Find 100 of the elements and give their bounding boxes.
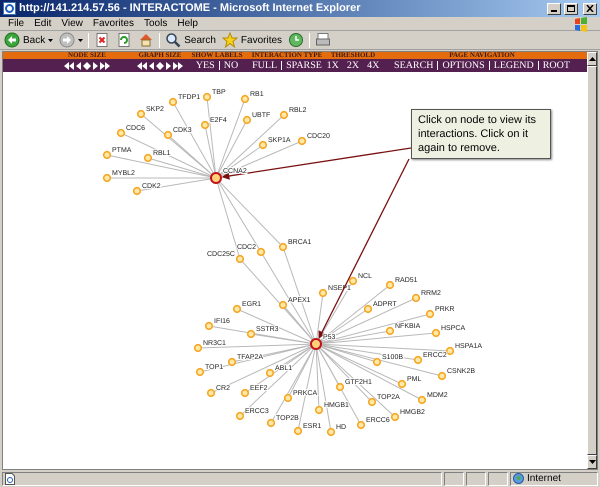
forward-button[interactable]: [58, 32, 84, 48]
menu-item[interactable]: Favorites: [88, 16, 139, 31]
diamond-icon[interactable]: [156, 62, 164, 70]
dropdown-caret-icon: [78, 38, 84, 42]
gene-node[interactable]: [398, 380, 406, 388]
gene-node[interactable]: [266, 418, 276, 428]
gene-node[interactable]: [144, 154, 152, 162]
maximize-icon: [567, 5, 575, 12]
gene-node[interactable]: [204, 322, 214, 330]
hub-node[interactable]: [210, 172, 222, 184]
menu-item[interactable]: Help: [172, 16, 203, 31]
menu-item[interactable]: File: [3, 16, 30, 31]
gene-node[interactable]: [412, 294, 420, 302]
menu-item[interactable]: Edit: [29, 16, 56, 31]
gene-node[interactable]: [390, 412, 400, 422]
search-button[interactable]: Search: [164, 32, 217, 48]
gene-node[interactable]: [364, 304, 372, 314]
left-arrow-icon[interactable]: [149, 62, 154, 70]
nav-link[interactable]: YES: [196, 58, 215, 73]
gene-node[interactable]: [242, 116, 252, 124]
nav-link[interactable]: FULL: [252, 58, 278, 73]
favorites-button[interactable]: Favorites: [220, 32, 284, 48]
callout-box: Click on node to view its interactions. Click on it again to remove.: [411, 109, 551, 159]
gene-node[interactable]: [164, 130, 172, 140]
page-icon: [5, 472, 15, 484]
scroll-up-icon: [588, 57, 596, 61]
gene-node[interactable]: [280, 110, 288, 120]
gene-node[interactable]: [426, 310, 434, 318]
gene-node[interactable]: [278, 300, 288, 310]
gene-node[interactable]: [326, 428, 336, 436]
nav-link[interactable]: 2X: [346, 58, 360, 73]
gene-node[interactable]: [240, 94, 250, 104]
gene-node[interactable]: [132, 186, 142, 196]
hub-node[interactable]: [310, 338, 322, 350]
gene-node[interactable]: [284, 394, 292, 402]
gene-node[interactable]: [294, 426, 302, 436]
gene-node[interactable]: [438, 372, 446, 380]
window-title: http://141.214.57.56 - INTERACTOME - Microsoft Internet Explorer: [19, 1, 362, 16]
gene-node[interactable]: [318, 288, 328, 298]
gene-node[interactable]: [432, 328, 440, 338]
scroll-down-icon: [588, 460, 596, 464]
gene-node[interactable]: [102, 150, 112, 160]
rewind-icon[interactable]: [137, 62, 147, 70]
gene-node[interactable]: [240, 388, 250, 398]
nav-link[interactable]: SEARCH: [394, 58, 434, 73]
gene-node[interactable]: [136, 110, 146, 118]
gene-node[interactable]: [314, 406, 324, 414]
gene-node[interactable]: [372, 358, 382, 366]
gene-node[interactable]: [298, 136, 306, 146]
gene-node[interactable]: [368, 398, 376, 406]
left-arrow-icon[interactable]: [76, 62, 81, 70]
close-button[interactable]: [583, 2, 597, 14]
menu-item[interactable]: Tools: [138, 16, 172, 31]
right-arrow-icon[interactable]: [93, 62, 98, 70]
gene-node[interactable]: [228, 358, 236, 366]
nav-link[interactable]: NO: [224, 58, 238, 73]
gene-node[interactable]: [246, 330, 256, 338]
print-button[interactable]: [314, 32, 332, 48]
gene-node[interactable]: [168, 98, 178, 106]
minimize-button[interactable]: [547, 2, 561, 14]
gene-node[interactable]: [116, 128, 126, 138]
rewind-icon[interactable]: [64, 62, 74, 70]
gene-node[interactable]: [278, 242, 288, 252]
diamond-icon[interactable]: [83, 62, 91, 70]
nav-link[interactable]: SPARSE: [286, 58, 322, 73]
nav-link[interactable]: ROOT: [542, 58, 570, 73]
gene-node[interactable]: [200, 120, 210, 130]
nav-link[interactable]: 1X: [326, 58, 339, 73]
fast-forward-icon[interactable]: [100, 62, 110, 70]
nav-link[interactable]: OPTIONS: [442, 58, 485, 73]
fast-forward-icon[interactable]: [173, 62, 183, 70]
gene-node[interactable]: [256, 248, 266, 256]
right-arrow-icon[interactable]: [166, 62, 171, 70]
gene-node[interactable]: [102, 174, 112, 182]
maximize-button[interactable]: [564, 2, 578, 14]
gene-node[interactable]: [236, 412, 244, 420]
gene-node[interactable]: [258, 140, 268, 150]
nav-link[interactable]: LEGEND: [494, 58, 534, 73]
refresh-icon: [116, 32, 132, 48]
menu-item[interactable]: View: [56, 16, 88, 31]
status-pane: [488, 472, 508, 486]
gene-node[interactable]: [236, 254, 244, 264]
gene-node[interactable]: [356, 420, 366, 430]
gene-node[interactable]: [414, 356, 422, 364]
gene-node[interactable]: [348, 276, 358, 286]
gene-node[interactable]: [446, 346, 454, 356]
gene-node[interactable]: [194, 344, 202, 352]
back-button[interactable]: Back: [3, 32, 54, 48]
gene-node[interactable]: [386, 326, 394, 336]
gene-node[interactable]: [206, 388, 216, 398]
gene-node[interactable]: [266, 368, 274, 378]
gene-node[interactable]: [196, 368, 204, 376]
nav-link[interactable]: 4X: [367, 58, 380, 73]
printer-icon: [315, 32, 332, 48]
history-button[interactable]: [287, 32, 306, 48]
gene-node[interactable]: [386, 280, 394, 290]
gene-node[interactable]: [202, 92, 212, 102]
gene-node[interactable]: [418, 396, 426, 404]
gene-node[interactable]: [232, 304, 242, 314]
gene-node[interactable]: [336, 382, 344, 392]
